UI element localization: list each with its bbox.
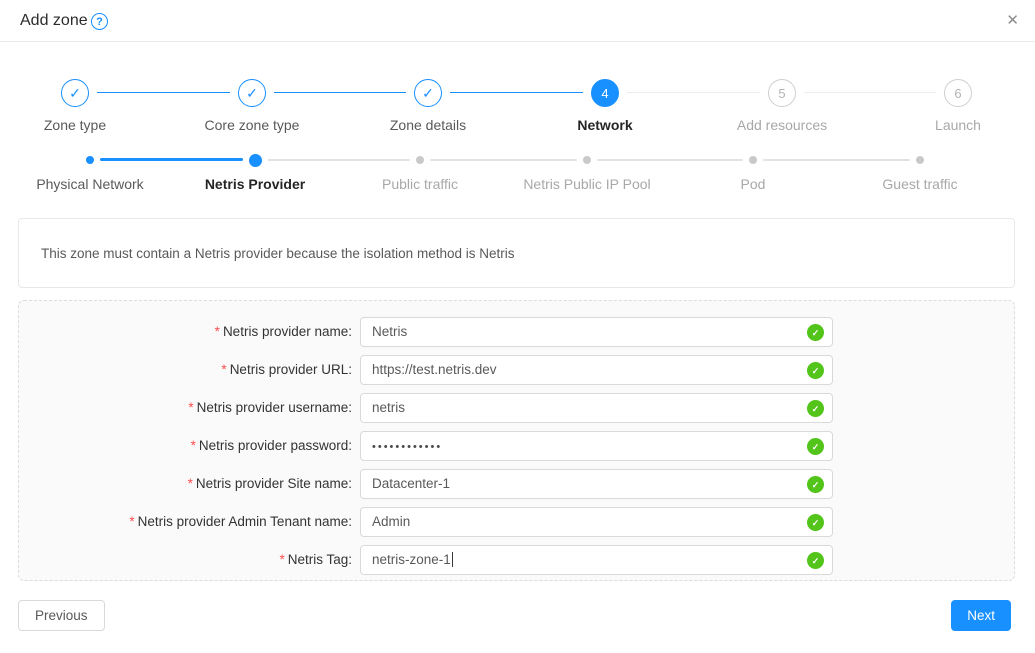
form-row-netris-provider-username: *Netris provider username: netris ✓ [18, 393, 1015, 423]
required-marker: * [129, 514, 134, 529]
netris-provider-admin-tenant-name-input[interactable]: Admin ✓ [360, 507, 833, 537]
step-core-zone-type-icon: ✓ [238, 79, 266, 107]
required-marker: * [279, 552, 284, 567]
substep-dot-netris-public-ip-pool [583, 156, 591, 164]
substep-label-pod: Pod [663, 176, 843, 192]
step-label-launch: Launch [873, 117, 1035, 133]
step-launch-icon: 6 [944, 79, 972, 107]
field-label: *Netris provider Admin Tenant name: [18, 507, 360, 537]
help-icon[interactable]: ? [91, 13, 108, 30]
previous-button[interactable]: Previous [18, 600, 105, 631]
valid-check-icon: ✓ [807, 552, 824, 569]
required-marker: * [221, 362, 226, 377]
step-number: 6 [954, 86, 961, 101]
form-row-netris-provider-url: *Netris provider URL: https://test.netri… [18, 355, 1015, 385]
form-row-netris-tag: *Netris Tag: netris-zone-1 ✓ [18, 545, 1015, 575]
required-marker: * [215, 324, 220, 339]
netris-provider-name-input[interactable]: Netris ✓ [360, 317, 833, 347]
netris-provider-password-input[interactable]: •••••••••••• ✓ [360, 431, 833, 461]
field-label: *Netris provider URL: [18, 355, 360, 385]
step-zone-type-icon: ✓ [61, 79, 89, 107]
form-row-netris-provider-password: *Netris provider password: •••••••••••• … [18, 431, 1015, 461]
step-label-network: Network [520, 117, 690, 133]
text-cursor [452, 552, 454, 567]
netris-provider-username-input[interactable]: netris ✓ [360, 393, 833, 423]
form-row-netris-provider-site-name: *Netris provider Site name: Datacenter-1… [18, 469, 1015, 499]
step-zone-details-icon: ✓ [414, 79, 442, 107]
netris-provider-site-name-input[interactable]: Datacenter-1 ✓ [360, 469, 833, 499]
form-row-netris-provider-admin-tenant-name: *Netris provider Admin Tenant name: Admi… [18, 507, 1015, 537]
isolation-method-notice: This zone must contain a Netris provider… [18, 218, 1015, 288]
substep-dot-netris-provider [249, 154, 262, 167]
step-connector [450, 92, 583, 93]
substep-connector [763, 159, 910, 161]
field-label: *Netris provider name: [18, 317, 360, 347]
step-number: 5 [778, 86, 785, 101]
step-connector [97, 92, 230, 93]
valid-check-icon: ✓ [807, 514, 824, 531]
field-label: *Netris provider Site name: [18, 469, 360, 499]
required-marker: * [191, 438, 196, 453]
step-connector [804, 92, 936, 93]
step-number: 4 [601, 86, 608, 101]
step-network-icon: 4 [591, 79, 619, 107]
notice-text: This zone must contain a Netris provider… [41, 246, 514, 261]
step-add-resources-icon: 5 [768, 79, 796, 107]
close-icon[interactable]: ✕ [1006, 10, 1019, 32]
substep-label-netris-public-ip-pool: Netris Public IP Pool [497, 176, 677, 192]
substep-dot-physical-network [86, 156, 94, 164]
substep-label-netris-provider: Netris Provider [165, 176, 345, 192]
step-label-zone-details: Zone details [343, 117, 513, 133]
valid-check-icon: ✓ [807, 362, 824, 379]
required-marker: * [188, 476, 193, 491]
add-zone-dialog: Add zone ? ✕ ✓ ✓ ✓ 4 5 6 Zone type Core … [0, 0, 1035, 653]
step-connector [274, 92, 406, 93]
substep-connector [268, 159, 410, 161]
valid-check-icon: ✓ [807, 476, 824, 493]
step-label-zone-type: Zone type [0, 117, 160, 133]
check-icon: ✓ [422, 85, 434, 102]
dialog-title: Add zone [20, 0, 88, 41]
substep-dot-public-traffic [416, 156, 424, 164]
substep-label-physical-network: Physical Network [0, 176, 180, 192]
valid-check-icon: ✓ [807, 438, 824, 455]
valid-check-icon: ✓ [807, 324, 824, 341]
substep-label-public-traffic: Public traffic [330, 176, 510, 192]
check-icon: ✓ [246, 85, 258, 102]
netris-tag-input[interactable]: netris-zone-1 ✓ [360, 545, 833, 575]
step-connector [627, 92, 760, 93]
substep-connector [430, 159, 577, 161]
required-marker: * [188, 400, 193, 415]
substep-dot-guest-traffic [916, 156, 924, 164]
substep-connector [597, 159, 743, 161]
step-label-core-zone-type: Core zone type [167, 117, 337, 133]
check-icon: ✓ [69, 85, 81, 102]
dialog-header: Add zone ? ✕ [0, 0, 1035, 42]
step-label-add-resources: Add resources [697, 117, 867, 133]
netris-provider-url-input[interactable]: https://test.netris.dev ✓ [360, 355, 833, 385]
field-label: *Netris provider username: [18, 393, 360, 423]
next-button[interactable]: Next [951, 600, 1011, 631]
form-row-netris-provider-name: *Netris provider name: Netris ✓ [18, 317, 1015, 347]
substep-dot-pod [749, 156, 757, 164]
substep-label-guest-traffic: Guest traffic [830, 176, 1010, 192]
valid-check-icon: ✓ [807, 400, 824, 417]
field-label: *Netris Tag: [18, 545, 360, 575]
field-label: *Netris provider password: [18, 431, 360, 461]
substep-connector [100, 158, 243, 161]
